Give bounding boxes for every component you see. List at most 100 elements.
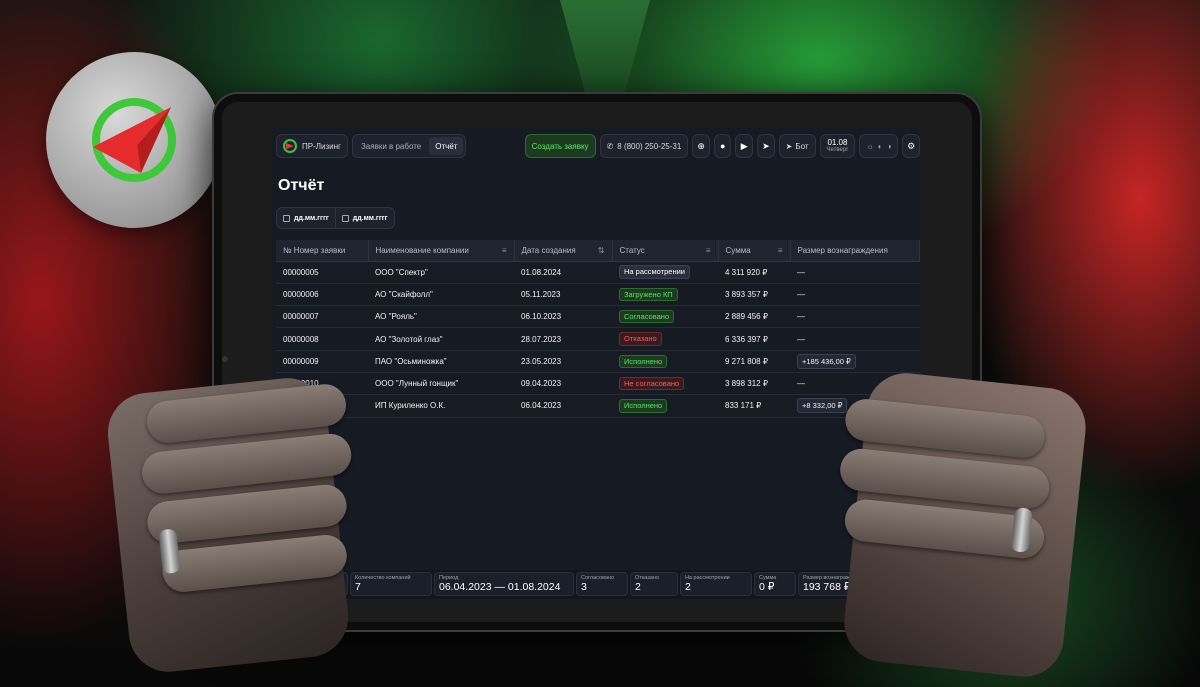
- col-header-status[interactable]: Статус ≡: [612, 240, 719, 262]
- bot-button[interactable]: ➤ Бот: [778, 134, 816, 158]
- date-to-placeholder: дд.мм.гггг: [352, 214, 388, 222]
- table-body: 00000005 ООО "Спектр" 01.08.2024 На рассмот…: [276, 261, 920, 418]
- cell-date: 06.04.2023: [514, 394, 612, 418]
- telegram-icon: ➤: [762, 140, 770, 151]
- summary-value: 7: [355, 581, 361, 593]
- cell-reward: —: [790, 305, 920, 329]
- phone-button[interactable]: ✆ 8 (800) 250-25-31: [599, 134, 689, 158]
- filter-icon[interactable]: ≡: [502, 246, 507, 255]
- cell-status: Согласовано: [612, 305, 718, 329]
- plus-circle-icon: ⊕: [697, 140, 705, 151]
- summary-value: 0 ₽: [759, 581, 775, 593]
- col-header-company[interactable]: Наименование компании ≡: [368, 240, 515, 262]
- summary-cell: Период 06.04.2023 — 01.08.2024: [434, 572, 574, 596]
- page-title: Отчёт: [278, 177, 325, 194]
- settings-button[interactable]: ⚙: [902, 134, 920, 158]
- col-header-reward[interactable]: Размер вознаграждения: [790, 240, 920, 262]
- brand-logo-icon: [283, 139, 297, 153]
- cell-date: 01.08.2024: [514, 261, 612, 284]
- summary-value: 2: [635, 581, 641, 593]
- tab-requests[interactable]: Заявки в работе: [355, 137, 427, 155]
- cell-company: ООО "Спектр": [368, 261, 514, 284]
- cell-reward: —: [790, 261, 920, 284]
- date-range-filter: дд.мм.гггг дд.мм.гггг: [276, 207, 395, 229]
- sun-icon[interactable]: ☼: [866, 142, 873, 151]
- cell-number: 00000008: [276, 327, 368, 351]
- filter-icon[interactable]: ≡: [778, 246, 783, 255]
- report-table: № Номер заявки Наименование компании ≡ Да…: [276, 240, 920, 418]
- summary-value: 06.04.2023 — 01.08.2024: [439, 581, 561, 593]
- table-row[interactable]: 00000011ИП Куриленко О.К.06.04.2023Испол…: [276, 394, 920, 418]
- create-request-button[interactable]: Создать заявку: [524, 134, 596, 158]
- cell-number: 00000007: [276, 305, 368, 329]
- cell-sum: 833 171 ₽: [718, 394, 790, 418]
- table-row[interactable]: 00000010ООО "Лунный гонщик"09.04.2023Не …: [276, 372, 920, 396]
- gear-icon: ⚙: [907, 140, 916, 151]
- table-row[interactable]: 00000009 ПАО "Осьминожка" 23.05.2023 Исполн…: [276, 350, 920, 373]
- company-logo-badge: [46, 52, 222, 228]
- phone-icon: ✆: [606, 141, 614, 151]
- date-to-input[interactable]: дд.мм.гггг: [334, 208, 394, 228]
- top-bar: ПР-Лизинг Заявки в работе Отчёт Создать …: [276, 133, 920, 159]
- cell-date: 28.07.2023: [514, 327, 612, 351]
- cell-company: ПАО "Осьминожка": [368, 350, 514, 373]
- youtube-button[interactable]: ▶: [735, 134, 754, 158]
- logo-icon: [92, 98, 176, 182]
- moon-icon[interactable]: ◑: [887, 142, 892, 151]
- col-header-date[interactable]: Дата создания ⇅: [514, 240, 613, 262]
- date-value: 01.08: [827, 138, 848, 147]
- plus-circle-button[interactable]: ⊕: [692, 134, 710, 158]
- summary-footer: Количество заявок7Количество компаний7Пе…: [272, 570, 920, 599]
- left-hand: [103, 374, 354, 676]
- status-badge: Не согласовано: [619, 376, 685, 391]
- cell-status: Исполнено: [612, 350, 718, 373]
- table-header-row: № Номер заявки Наименование компании ≡ Да…: [276, 240, 920, 262]
- status-badge: Согласовано: [619, 309, 675, 324]
- table-row[interactable]: 00000008 АО "Золотой глаз" 28.07.2023 Отказ…: [276, 327, 920, 351]
- left-finger: [160, 532, 349, 594]
- telegram-button[interactable]: ➤: [757, 134, 775, 158]
- cell-status: Отказано: [612, 327, 718, 351]
- cell-number: 00000006: [276, 283, 368, 307]
- reward-badge: +185 436,00 ₽: [797, 353, 856, 369]
- filter-icon[interactable]: ≡: [706, 246, 711, 255]
- app-screen: ПР-Лизинг Заявки в работе Отчёт Создать …: [272, 127, 920, 599]
- cell-number: 00000005: [276, 261, 368, 284]
- weekday-value: Четверг: [826, 147, 849, 153]
- status-badge: Загружено КП: [619, 287, 678, 302]
- vk-button[interactable]: ●: [713, 134, 732, 158]
- status-badge: Исполнено: [619, 354, 668, 369]
- cell-company: АО "Рояль": [368, 305, 514, 329]
- status-badge: На рассмотрении: [619, 265, 690, 279]
- brand-button[interactable]: ПР-Лизинг: [276, 134, 348, 158]
- cell-date: 06.10.2023: [514, 305, 612, 329]
- calendar-icon: [341, 214, 349, 222]
- cell-sum: 3 898 312 ₽: [718, 372, 790, 396]
- cell-date: 23.05.2023: [514, 350, 612, 373]
- cell-status: Не согласовано: [612, 372, 718, 396]
- contrast-icon[interactable]: ◐: [878, 142, 883, 151]
- cell-sum: 6 336 397 ₽: [718, 327, 790, 351]
- sort-icon[interactable]: ⇅: [598, 246, 605, 255]
- cell-company: ООО "Лунный гонщик": [368, 372, 514, 396]
- cell-company: АО "Золотой глаз": [368, 327, 514, 351]
- col-header-number[interactable]: № Номер заявки: [276, 240, 369, 262]
- summary-cell: Отказано 2: [630, 572, 678, 596]
- youtube-icon: ▶: [740, 140, 748, 151]
- table-row[interactable]: 00000007 АО "Рояль" 06.10.2023 Согласовано 2…: [276, 305, 920, 329]
- cell-status: Исполнено: [612, 394, 718, 418]
- date-from-placeholder: дд.мм.гггг: [294, 214, 329, 222]
- date-from-input[interactable]: дд.мм.гггг: [277, 208, 335, 228]
- cell-reward: —: [790, 327, 920, 351]
- calendar-icon: [283, 214, 290, 222]
- tab-report[interactable]: Отчёт: [429, 137, 464, 155]
- reward-badge: +8 332,00 ₽: [797, 398, 848, 414]
- cell-date: 05.11.2023: [514, 283, 612, 307]
- theme-switcher[interactable]: ☼ ◐ ◑: [859, 134, 899, 158]
- status-badge: Исполнено: [619, 399, 668, 413]
- table-row[interactable]: 00000006 АО "Скайфолл" 05.11.2023 Загружено…: [276, 283, 920, 307]
- cell-sum: 3 893 357 ₽: [718, 283, 790, 307]
- telegram-icon: ➤: [785, 141, 793, 151]
- table-row[interactable]: 00000005 ООО "Спектр" 01.08.2024 На рассмот…: [276, 261, 920, 284]
- col-header-sum[interactable]: Сумма ≡: [718, 240, 791, 262]
